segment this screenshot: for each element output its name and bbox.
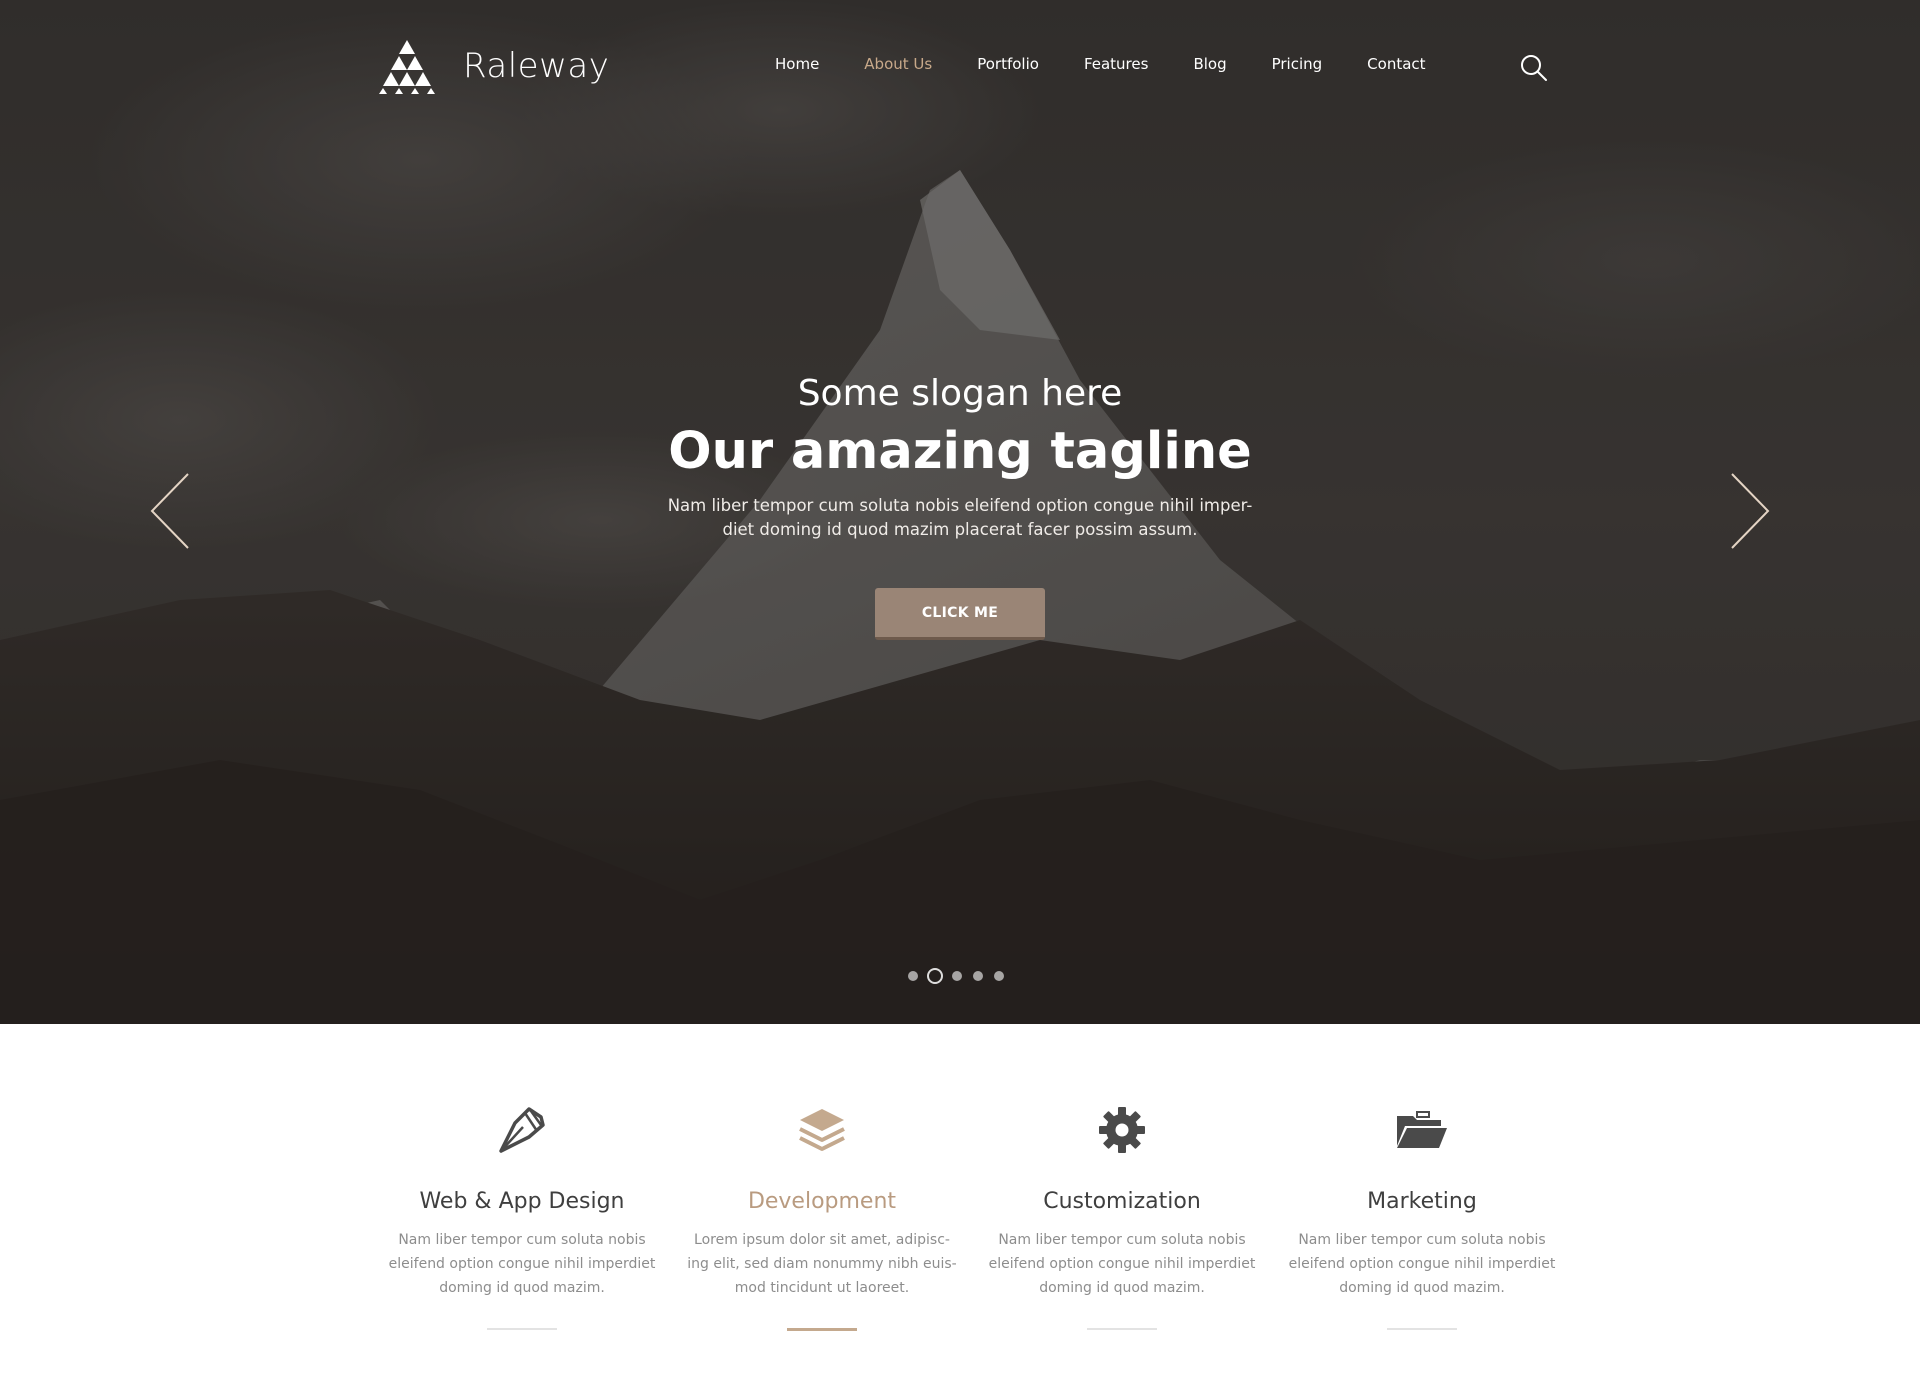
feature-development[interactable]: Development Lorem ipsum dolor sit amet, … [672,1100,972,1331]
search-icon [1521,55,1547,81]
hero-slogan: Some slogan here [797,373,1123,414]
nav-item-home[interactable]: Home [775,55,819,73]
feature-divider [487,1328,557,1330]
feature-title: Development [747,1189,897,1214]
nav-item-features[interactable]: Features [1084,55,1149,73]
slider-dot[interactable] [908,971,918,981]
slider-dot[interactable] [952,971,962,981]
feature-title: Marketing [1367,1189,1477,1214]
feature-divider [787,1328,857,1331]
click-me-button[interactable]: CLICK ME [875,588,1045,640]
nav-item-portfolio[interactable]: Portfolio [977,55,1039,73]
feature-description: Lorem ipsum dolor sit amet, adipisc-ing … [687,1232,957,1296]
feature-title: Web & App Design [419,1189,625,1214]
feature-description: Nam liber tempor cum soluta nobis eleife… [1288,1232,1556,1296]
pen-nib-icon [499,1107,545,1153]
slider-pagination [908,968,1015,984]
slider-dot[interactable] [994,971,1004,981]
hero-slider: Raleway Home About Us Portfolio Features… [0,0,1920,1024]
hero-content: Some slogan here Our amazing tagline Nam… [0,370,1920,640]
layers-icon [799,1109,845,1151]
feature-divider [1387,1328,1457,1330]
logo[interactable]: Raleway [375,38,609,94]
feature-title: Customization [1043,1189,1201,1214]
brand-name: Raleway [463,46,610,86]
triangle-logo-icon [379,40,435,94]
search-button[interactable] [1520,54,1548,82]
hero-description: Nam liber tempor cum soluta nobis eleife… [667,496,1253,539]
folder-open-icon [1397,1111,1447,1148]
hero-tagline: Our amazing tagline [668,422,1252,481]
gear-icon [1099,1107,1145,1153]
nav-item-blog[interactable]: Blog [1193,55,1226,73]
main-navigation: Home About Us Portfolio Features Blog Pr… [775,55,1471,73]
nav-item-about-us[interactable]: About Us [864,55,932,73]
feature-description: Nam liber tempor cum soluta nobis eleife… [388,1232,656,1296]
feature-description: Nam liber tempor cum soluta nobis eleife… [988,1232,1256,1296]
nav-item-pricing[interactable]: Pricing [1272,55,1323,73]
feature-web-app-design[interactable]: Web & App Design Nam liber tempor cum so… [372,1100,672,1331]
nav-item-contact[interactable]: Contact [1367,55,1425,73]
feature-marketing[interactable]: Marketing Nam liber tempor cum soluta no… [1272,1100,1572,1331]
feature-divider [1087,1328,1157,1330]
features-section: Web & App Design Nam liber tempor cum so… [372,1100,1572,1331]
slider-dot[interactable] [973,971,983,981]
slider-dot-active[interactable] [927,968,943,984]
feature-customization[interactable]: Customization Nam liber tempor cum solut… [972,1100,1272,1331]
